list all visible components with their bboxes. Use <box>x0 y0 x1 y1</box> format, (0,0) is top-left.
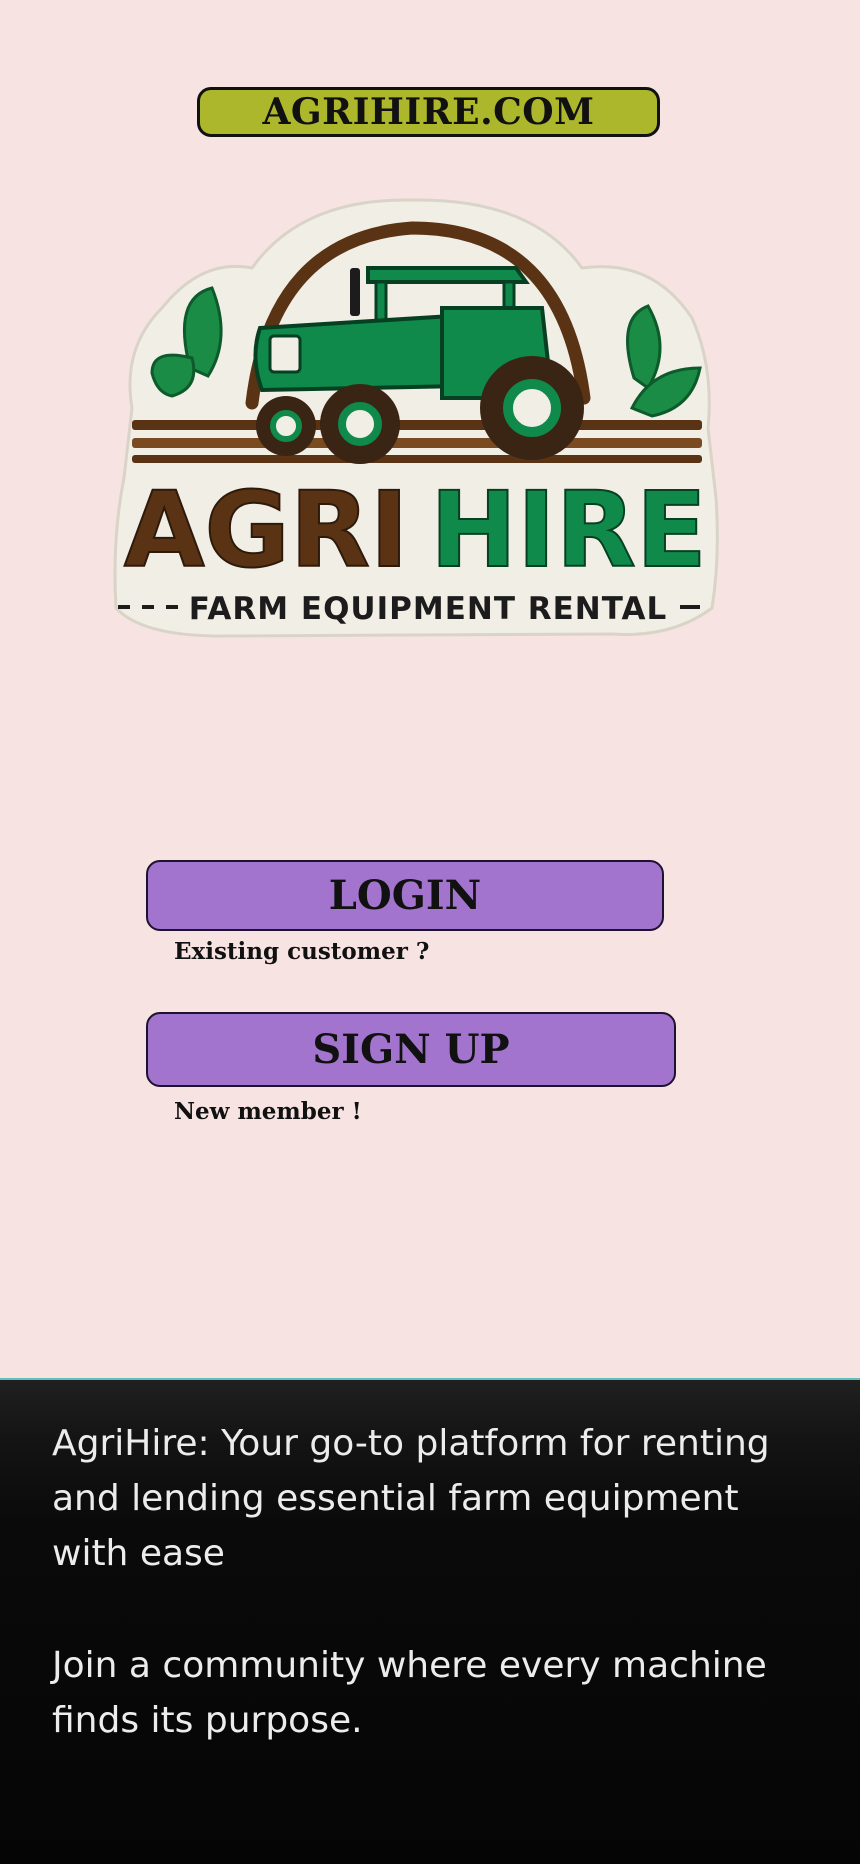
footer-panel: AgriHire: Your go-to platform for rentin… <box>0 1378 860 1864</box>
footer-community-text: Join a community where every machine fin… <box>52 1645 767 1741</box>
site-name-text: AGRIHIRE.COM <box>262 91 595 133</box>
landing-panel: AGRIHIRE.COM AGRI HIRE FARM EQUIPMENT RE… <box>0 0 860 1378</box>
login-button-label: LOGIN <box>328 872 482 919</box>
login-button[interactable]: LOGIN <box>146 860 664 931</box>
site-name-badge: AGRIHIRE.COM <box>197 87 660 137</box>
login-caption: Existing customer ? <box>174 938 430 965</box>
logo-subtitle: FARM EQUIPMENT RENTAL <box>189 591 667 627</box>
footer-tagline: AgriHire: Your go-to platform for rentin… <box>52 1423 770 1574</box>
signup-caption: New member ! <box>174 1098 362 1125</box>
signup-button-label: SIGN UP <box>312 1026 510 1073</box>
field-stripes <box>132 420 702 463</box>
logo-word-hire: HIRE <box>430 469 707 591</box>
logo-word-agri: AGRI <box>124 469 409 591</box>
agrihire-logo: AGRI HIRE FARM EQUIPMENT RENTAL <box>113 198 719 638</box>
signup-button[interactable]: SIGN UP <box>146 1012 676 1087</box>
